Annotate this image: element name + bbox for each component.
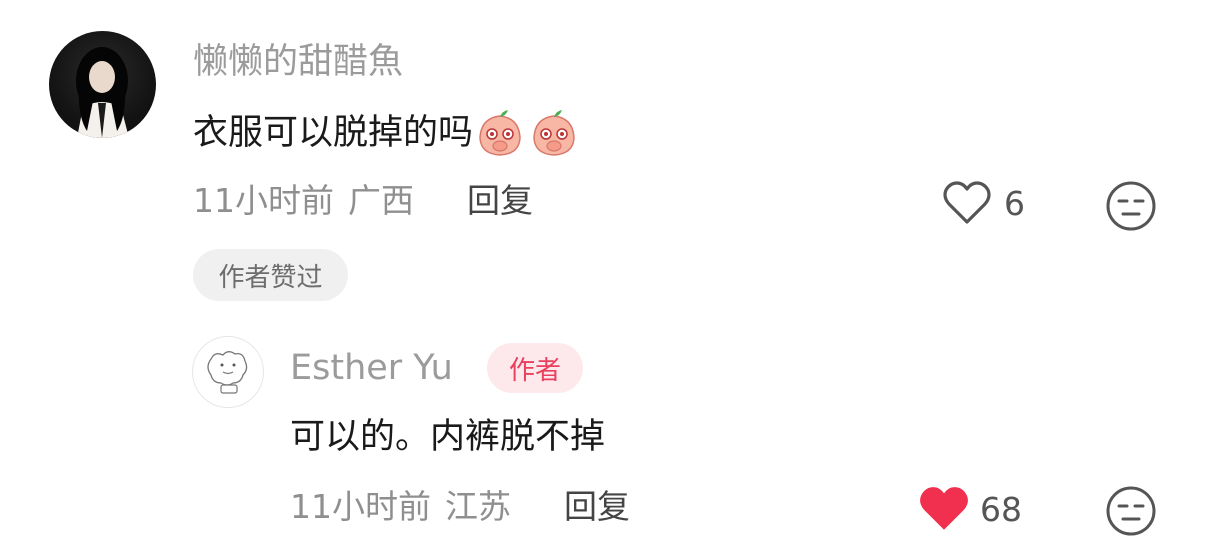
liked-by-author-badge: 作者赞过 (193, 249, 348, 301)
reply-dislike-button[interactable] (1105, 485, 1157, 541)
reply-like-button[interactable]: 68 (918, 485, 1022, 533)
comment-meta: 11小时前 广西 (193, 184, 414, 217)
reply-button[interactable]: 回复 (467, 184, 533, 217)
heart-outline-icon (943, 181, 991, 224)
reply-username[interactable]: Esther Yu (290, 351, 453, 386)
commenter-avatar[interactable] (49, 31, 156, 138)
like-count: 6 (1004, 183, 1025, 223)
comment-time: 11小时前 (193, 181, 334, 220)
like-button[interactable]: 6 (942, 180, 1025, 226)
peach-cover-mouth-icon (533, 110, 575, 156)
reply-location: 江苏 (445, 487, 511, 526)
reply-time: 11小时前 (290, 487, 431, 526)
commenter-username[interactable]: 懒懒的甜醋魚 (193, 45, 403, 80)
author-badge: 作者 (487, 343, 583, 393)
reply-text: 可以的。内裤脱不掉 (290, 417, 606, 457)
avatar-photo (76, 47, 129, 138)
peach-cover-mouth-icon (479, 110, 521, 156)
comment-body: 衣服可以脱掉的吗 (193, 108, 579, 158)
meh-face-icon (1106, 181, 1156, 231)
dislike-button[interactable] (1105, 180, 1157, 236)
reply-like-count: 68 (980, 489, 1022, 529)
comment-text: 衣服可以脱掉的吗 (193, 112, 474, 153)
avatar-sketch (207, 351, 248, 394)
comment-location: 广西 (348, 181, 414, 220)
reply-meta: 11小时前 江苏 (290, 490, 511, 523)
reply-reply-button[interactable]: 回复 (564, 490, 630, 523)
reply-avatar[interactable] (192, 336, 264, 408)
meh-face-icon (1106, 486, 1156, 536)
heart-filled-icon (920, 487, 968, 530)
